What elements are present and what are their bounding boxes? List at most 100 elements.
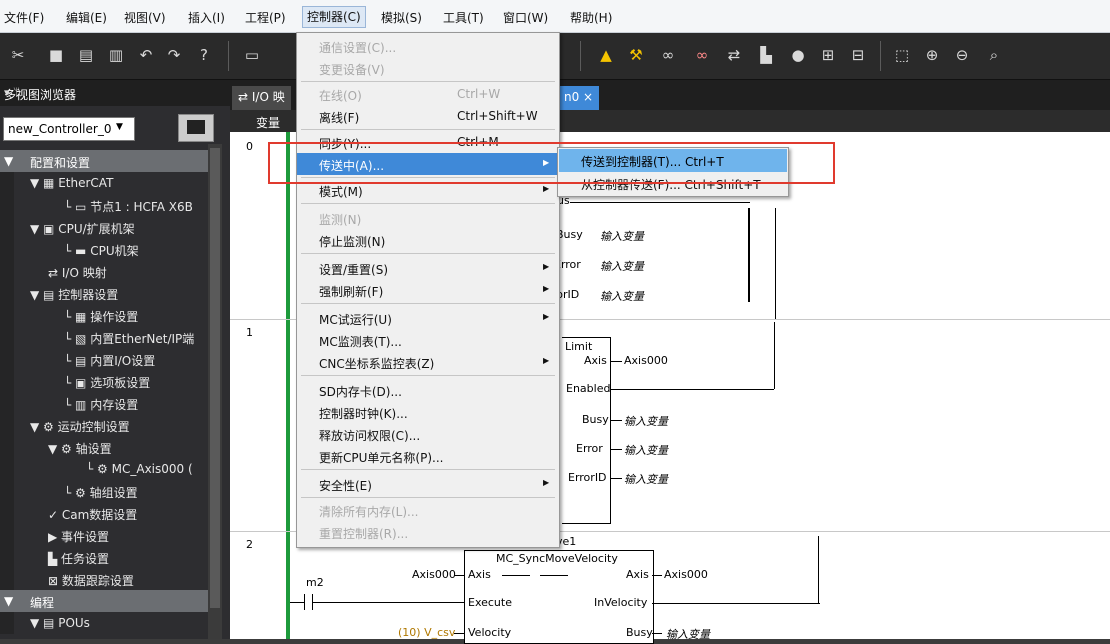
menu-item-security[interactable]: 安全性(E) ▶ [297,473,559,495]
menu-view[interactable]: 视图(V) [124,9,166,26]
link-icon[interactable]: ∞ [656,43,680,67]
contact-name[interactable]: m2 [306,576,324,589]
menu-item-clear-memory[interactable]: 清除所有内存(L)... [297,499,559,521]
tree-group-config[interactable]: ▼ 配置和设置 [0,150,208,172]
tool-icon[interactable]: ⚒ [624,43,648,67]
menu-item-change-device[interactable]: 变更设备(V) [297,57,559,79]
fb-pin-velocity-var[interactable]: (10) V_csv [398,626,455,639]
tree-item-controller-settings[interactable]: ▼ ▤ 控制器设置 [0,282,208,304]
config-icon[interactable]: ⊟ [846,43,870,67]
tree-item-mc-axis000[interactable]: └ ⚙ MC_Axis000 ( [0,458,208,480]
tree-item-builtin-io[interactable]: └ ▤ 内置I/O设置 [0,348,208,370]
fb-pin-axis-in-var[interactable]: Axis000 [412,568,456,581]
input-variable-placeholder[interactable]: 输入变量 [600,258,644,274]
warning-icon[interactable]: ▲ [594,43,618,67]
zoom-in-icon[interactable]: ⊕ [920,43,944,67]
submenu-arrow-icon: ▶ [543,184,550,193]
menu-item-mc-test-run[interactable]: MC试运行(U) ▶ [297,307,559,329]
menu-item-reset-controller[interactable]: 重置控制器(R)... [297,521,559,543]
tree-item-axis-group[interactable]: └ ⚙ 轴组设置 [0,480,208,502]
menu-item-offline[interactable]: 离线(F) Ctrl+Shift+W [297,105,559,127]
tab-program[interactable]: n0 × [558,86,600,110]
window-icon[interactable]: ▭ [240,43,264,67]
controller-select[interactable]: new_Controller_0 ▼ [3,117,135,141]
tree-item-pous[interactable]: ▼ ▤ POUs [0,612,208,634]
tree-item-ethercat[interactable]: ▼ ▦ EtherCAT [0,172,208,194]
menu-file[interactable]: 文件(F) [4,9,44,26]
menu-item-online[interactable]: 在线(O) Ctrl+W [297,83,559,105]
delete-icon[interactable]: ▥ [104,43,128,67]
menu-item-comm-settings[interactable]: 通信设置(C)... [297,35,559,57]
tree-item-cam-data[interactable]: ✓ Cam数据设置 [0,502,208,524]
zoom-100-icon[interactable]: ⌕ [982,43,1006,67]
monitor-icon[interactable]: ▙ [754,43,778,67]
menu-edit[interactable]: 编辑(E) [66,9,107,26]
menu-item-release-access[interactable]: 释放访问权限(C)... [297,423,559,445]
redo-icon[interactable]: ↷ [162,43,186,67]
tree-label: 编程 [30,596,55,610]
input-variable-placeholder[interactable]: 输入变量 [624,442,668,458]
explorer-scrollbar[interactable] [208,144,222,639]
input-variable-placeholder[interactable]: 输入变量 [624,413,668,429]
explorer-title-bar: 多视图浏览器 ▾ ᛘ [0,80,230,106]
input-variable-placeholder[interactable]: 输入变量 [600,228,644,244]
tab-label: I/O 映 [251,90,285,104]
menu-item-force-refresh[interactable]: 强制刷新(F) ▶ [297,279,559,301]
unlink-icon[interactable]: ∞ [690,43,714,67]
menu-item-sd-card[interactable]: SD内存卡(D)... [297,379,559,401]
menu-insert[interactable]: 插入(I) [188,9,225,26]
fb-edge [748,208,750,302]
tree-item-data-trace[interactable]: ⊠ 数据跟踪设置 [0,568,208,590]
tree-item-motion[interactable]: ▼ ⚙ 运动控制设置 [0,414,208,436]
menu-help[interactable]: 帮助(H) [570,9,612,26]
menu-tools[interactable]: 工具(T) [443,9,484,26]
input-variable-placeholder[interactable]: 输入变量 [666,626,710,642]
menu-item-mc-watch-table[interactable]: MC监测表(T)... [297,329,559,351]
tree-item-option-board[interactable]: └ ▣ 选项板设置 [0,370,208,392]
help-icon[interactable]: ? [192,43,216,67]
input-variable-placeholder[interactable]: 输入变量 [600,288,644,304]
tree-item-axis-settings[interactable]: ▼ ⚙ 轴设置 [0,436,208,458]
controller-icon[interactable] [178,114,214,142]
pin-icon[interactable]: ▾ ᛘ [4,86,20,99]
network-icon[interactable]: ⊞ [816,43,840,67]
toolbar-separator [880,41,881,71]
fit-icon[interactable]: ⬚ [890,43,914,67]
tree-group-programming[interactable]: ▼ 编程 [0,590,208,612]
menu-project[interactable]: 工程(P) [245,9,286,26]
fb-pin-axis-var[interactable]: Axis000 [624,354,668,367]
menu-item-monitor[interactable]: 监测(N) [297,207,559,229]
tree-label: 内置EtherNet/IP端 [90,332,195,346]
tree-item-io-map[interactable]: ⇄ I/O 映射 [0,260,208,282]
tree-item-node1[interactable]: └ ▭ 节点1 : HCFA X6B [0,194,208,216]
menu-simulation[interactable]: 模拟(S) [381,9,422,26]
tab-io-map[interactable]: ⇄ I/O 映 [232,86,291,110]
menu-item-update-cpu-name[interactable]: 更新CPU单元名称(P)... [297,445,559,467]
tree-item-event[interactable]: ▶ 事件设置 [0,524,208,546]
cut-icon[interactable]: ✂ [6,43,30,67]
menu-item-cnc-coordinate[interactable]: CNC坐标系监控表(Z) ▶ [297,351,559,373]
toolbar-separator [228,41,229,71]
tree-item-cpu[interactable]: └ ▬ CPU机架 [0,238,208,260]
zoom-out-icon[interactable]: ⊖ [950,43,974,67]
menu-item-clock[interactable]: 控制器时钟(K)... [297,401,559,423]
copy-icon[interactable]: ■ [44,43,68,67]
menu-item-stop-monitor[interactable]: 停止监测(N) [297,229,559,251]
menu-window[interactable]: 窗口(W) [503,9,548,26]
contact-symbol[interactable] [304,594,305,610]
tree-item-cpu-rack[interactable]: ▼ ▣ CPU/扩展机架 [0,216,208,238]
tree-item-task[interactable]: ▙ 任务设置 [0,546,208,568]
tree-label: 控制器设置 [58,288,119,302]
menu-item-set-reset[interactable]: 设置/重置(S) ▶ [297,257,559,279]
fb-pin-axis-out-var[interactable]: Axis000 [664,568,708,581]
record-icon[interactable]: ● [786,43,810,67]
tree-item-memory[interactable]: └ ▥ 内存设置 [0,392,208,414]
undo-icon[interactable]: ↶ [134,43,158,67]
input-variable-placeholder[interactable]: 输入变量 [624,471,668,487]
controller-name: new_Controller_0 [8,122,112,136]
tree-item-ethernet-ip[interactable]: └ ▧ 内置EtherNet/IP端 [0,326,208,348]
tree-item-operation[interactable]: └ ▦ 操作设置 [0,304,208,326]
transfer-icon[interactable]: ⇄ [722,43,746,67]
menu-controller[interactable]: 控制器(C) [302,6,366,28]
paste-icon[interactable]: ▤ [74,43,98,67]
